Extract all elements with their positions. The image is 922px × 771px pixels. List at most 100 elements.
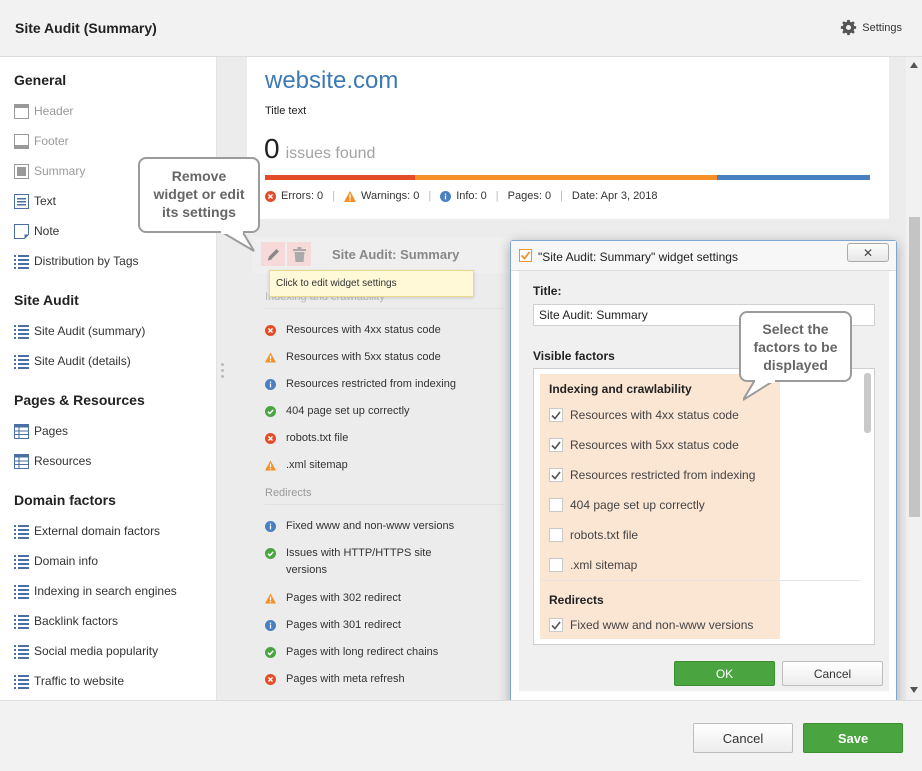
sidebar-item-note[interactable]: Note (14, 222, 59, 240)
sidebar-item-label: Footer (34, 134, 69, 148)
list-icon (14, 254, 29, 269)
sidebar-item-social-media-popularity[interactable]: Social media popularity (14, 642, 158, 660)
checkmark-icon (551, 471, 561, 480)
sidebar-item-label: Header (34, 104, 74, 118)
sidebar-item-header[interactable]: Header (14, 102, 73, 120)
sidebar-item-label: Pages (34, 424, 69, 438)
factor-5xx-checkbox[interactable]: Resources with 5xx status code (549, 438, 739, 452)
ok-button[interactable]: OK (674, 661, 775, 686)
list-item-text: Issues with HTTP/HTTPS site versions (286, 547, 432, 576)
scrollbar-thumb[interactable] (864, 373, 871, 433)
widget-toolbar: Site Audit: Summary (252, 237, 512, 273)
main-scrollbar[interactable] (906, 57, 922, 700)
sidebar-item-label: Social media popularity (34, 644, 159, 658)
factor-restricted-checkbox[interactable]: Resources restricted from indexing (549, 468, 755, 482)
scrollbar-thumb[interactable] (909, 217, 920, 517)
factor-label: Resources with 5xx status code (570, 438, 739, 452)
list-item: Pages with 301 redirect (265, 617, 475, 634)
table-icon (14, 423, 29, 439)
scroll-down-icon (910, 687, 918, 693)
factor-www-checkbox[interactable]: Fixed www and non-www versions (549, 618, 753, 632)
sidebar-item-text[interactable]: Text (14, 192, 56, 210)
settings-button[interactable]: Settings (840, 19, 902, 36)
edit-widget-button[interactable] (261, 242, 285, 266)
divider (265, 504, 505, 505)
factor-label: Fixed www and non-www versions (570, 618, 754, 632)
sidebar-item-domain-info[interactable]: Domain info (14, 552, 98, 570)
delete-widget-button[interactable] (287, 242, 311, 266)
error-icon (265, 433, 276, 444)
dialog-title: "Site Audit: Summary" widget settings (538, 250, 738, 264)
scroll-up-icon (910, 62, 918, 68)
info-icon (265, 379, 276, 390)
group-label-redirects: Redirects (265, 487, 312, 499)
factor-404-checkbox[interactable]: 404 page set up correctly (549, 498, 705, 512)
dialog-cancel-button[interactable]: Cancel (782, 661, 883, 686)
factor-4xx-checkbox[interactable]: Resources with 4xx status code (549, 408, 739, 422)
warning-icon (265, 460, 276, 471)
checkmark-icon (551, 621, 561, 630)
pages-stat: Pages: 0 (507, 190, 552, 202)
check-circle-icon (265, 548, 276, 559)
list-item-text: 404 page set up correctly (286, 405, 410, 417)
factor-label: Resources with 4xx status code (570, 408, 739, 422)
sidebar-item-site-audit-details[interactable]: Site Audit (details) (14, 352, 131, 370)
callout-pointer (220, 231, 255, 252)
cancel-button[interactable]: Cancel (693, 723, 793, 753)
close-icon: ✕ (862, 245, 874, 260)
list-icon (14, 324, 29, 339)
sidebar-item-label: Traffic to website (34, 674, 125, 688)
sidebar-item-summary[interactable]: Summary (14, 162, 85, 180)
list-icon (14, 354, 29, 369)
sidebar-item-label: Distribution by Tags (34, 254, 139, 268)
factors-scrollbar[interactable] (864, 373, 871, 641)
sidebar-item-pages[interactable]: Pages (14, 422, 68, 440)
list-item-text: robots.txt file (286, 432, 349, 444)
factor-robots-checkbox[interactable]: robots.txt file (549, 528, 638, 542)
sidebar-item-indexing-in-search-engines[interactable]: Indexing in search engines (14, 582, 177, 600)
close-button[interactable]: ✕ (847, 243, 889, 262)
sidebar-item-label: Backlink factors (34, 614, 119, 628)
dialog-header: "Site Audit: Summary" widget settings ✕ (511, 241, 896, 271)
callout-text: Remove widget or edit its settings (153, 168, 245, 220)
error-icon (265, 674, 276, 685)
factor-sitemap-checkbox[interactable]: .xml sitemap (549, 558, 637, 572)
sidebar-item-site-audit-summary[interactable]: Site Audit (summary) (14, 322, 145, 340)
check-circle-icon (265, 406, 276, 417)
settings-label: Settings (862, 21, 902, 34)
issues-summary: 0 issues found (264, 133, 375, 165)
factors-list: Indexing and crawlability Resources with… (533, 368, 875, 645)
info-stat: Info: 0 (456, 190, 487, 202)
sidebar-item-label: External domain factors (34, 524, 161, 538)
text-icon (14, 193, 29, 209)
sidebar-item-external-domain-factors[interactable]: External domain factors (14, 522, 160, 540)
factor-label: Resources restricted from indexing (570, 468, 756, 482)
list-item-text: Resources restricted from indexing (286, 378, 456, 390)
warning-icon (265, 593, 276, 604)
list-item: robots.txt file (265, 430, 475, 447)
panel-resize-handle[interactable] (221, 363, 225, 381)
list-icon (14, 644, 29, 659)
factor-label: .xml sitemap (570, 558, 638, 572)
list-item: Issues with HTTP/HTTPS site versions (265, 545, 445, 579)
section-title-site-audit: Site Audit (14, 292, 79, 308)
list-item: Pages with 302 redirect (265, 590, 475, 607)
sidebar-item-traffic-to-website[interactable]: Traffic to website (14, 672, 124, 690)
save-button[interactable]: Save (803, 723, 903, 753)
error-icon (265, 325, 276, 336)
list-icon (14, 554, 29, 569)
warnings-stat: Warnings: 0 (361, 190, 420, 202)
sidebar-item-resources[interactable]: Resources (14, 452, 91, 470)
sidebar-item-distribution-by-tags[interactable]: Distribution by Tags (14, 252, 139, 270)
sidebar-item-label: Domain info (34, 554, 99, 568)
list-icon (14, 674, 29, 689)
sidebar-item-label: Text (34, 194, 57, 208)
sidebar-item-backlink-factors[interactable]: Backlink factors (14, 612, 118, 630)
note-icon (14, 223, 29, 239)
factor-group-redirects: Redirects (549, 593, 604, 607)
callout-pointer (743, 380, 777, 401)
sidebar-item-footer[interactable]: Footer (14, 132, 69, 150)
stats-row: Errors: 0 | Warnings: 0 | Info: 0 | Page… (265, 190, 658, 202)
list-icon (14, 524, 29, 539)
list-item: 404 page set up correctly (265, 403, 475, 420)
